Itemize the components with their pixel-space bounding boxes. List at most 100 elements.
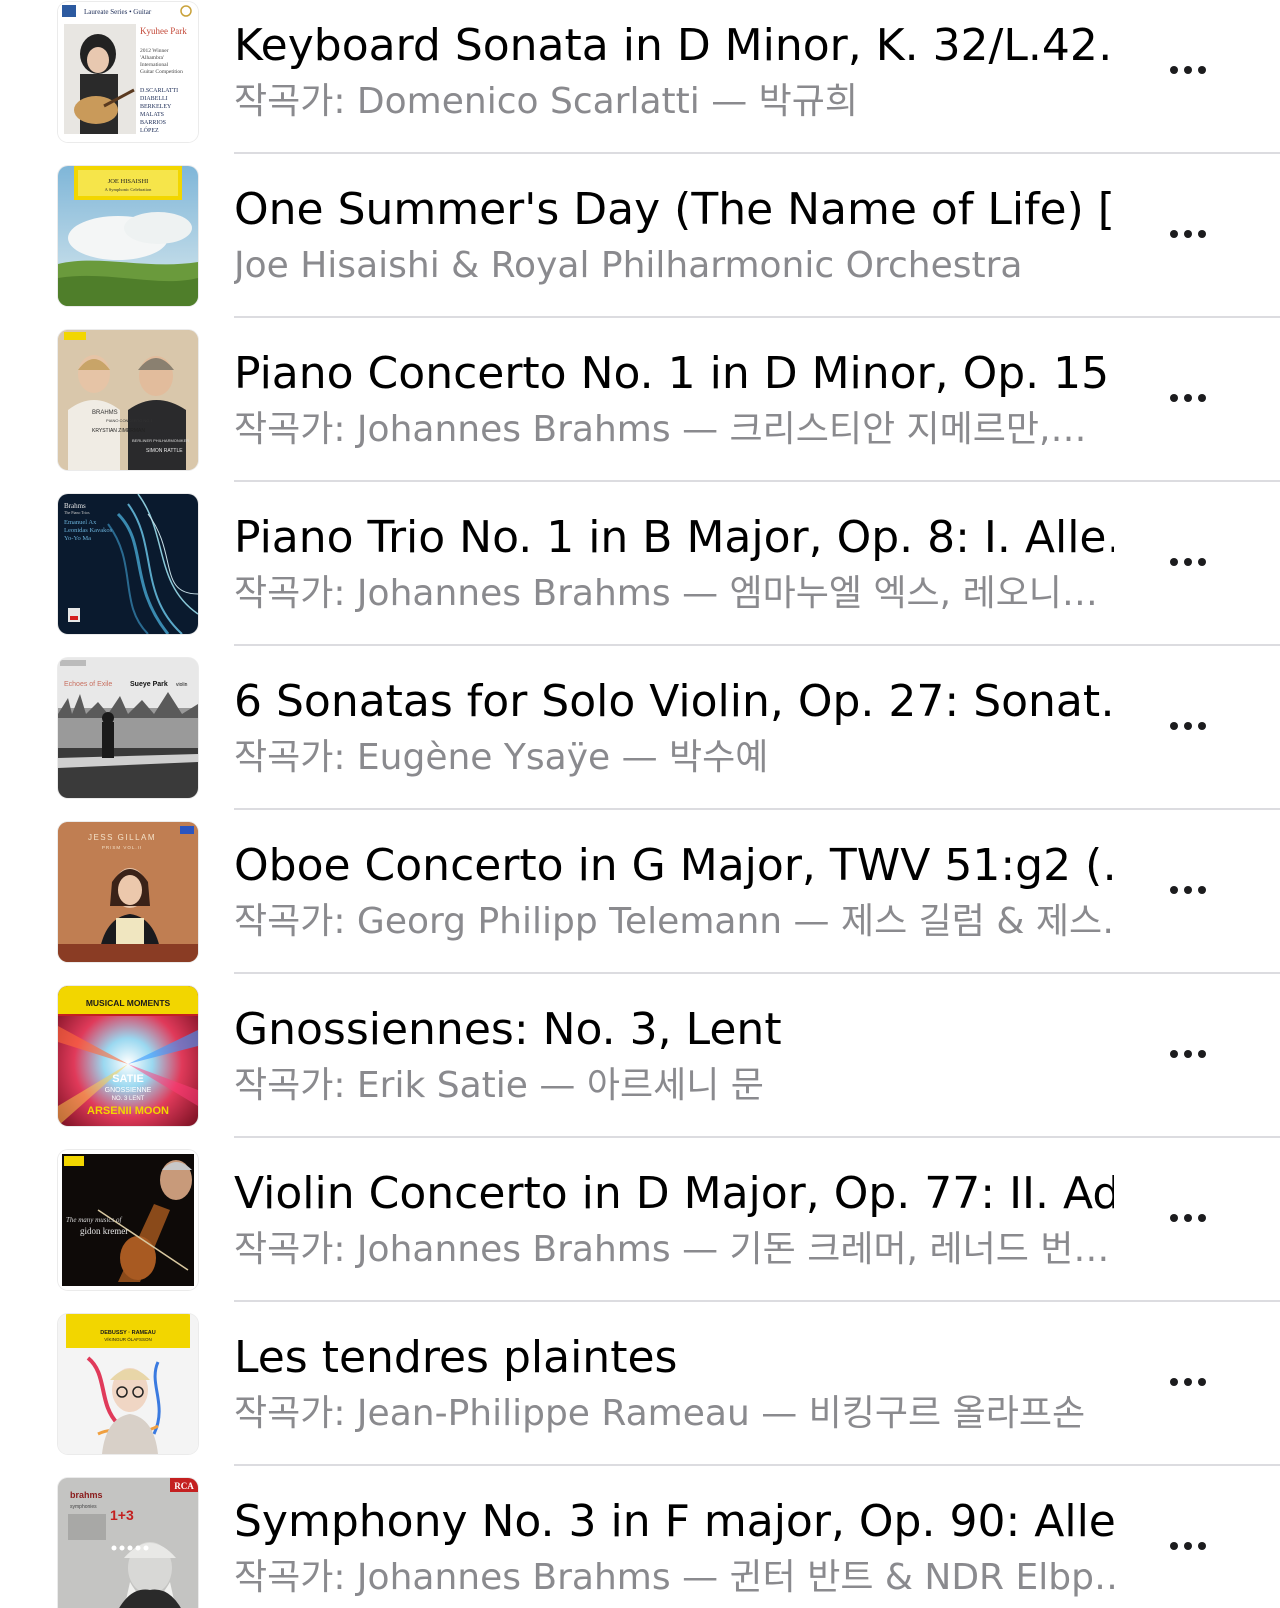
song-subtitle: 작곡가: Erik Satie — 아르세니 문 (234, 1065, 764, 1106)
song-row[interactable]: RCA brahms symphonies 1+3 Symphony No. 3… (0, 1476, 1280, 1608)
row-separator (234, 480, 1280, 482)
svg-text:A Symphonic Celebration: A Symphonic Celebration (105, 187, 152, 192)
svg-text:BERKELEY: BERKELEY (140, 104, 172, 110)
svg-text:Emanuel Ax: Emanuel Ax (64, 519, 97, 526)
song-title: 6 Sonatas for Solo Violin, Op. 27: Sonat… (234, 676, 1114, 727)
song-subtitle: 작곡가: Eugène Ysaÿe — 박수예 (234, 737, 769, 778)
svg-text:KRYSTIAN ZIMERMAN: KRYSTIAN ZIMERMAN (92, 428, 145, 434)
svg-text:Guitar Competition: Guitar Competition (140, 69, 183, 75)
svg-text:Echoes of Exile: Echoes of Exile (64, 681, 112, 688)
song-subtitle: 작곡가: Johannes Brahms — 기돈 크레머, 레너드 번… (234, 1229, 1110, 1270)
song-row[interactable]: Echoes of Exile Sueye Park violin 6 Sona… (0, 656, 1280, 820)
ellipsis-icon (1170, 230, 1178, 238)
svg-text:violin: violin (176, 682, 188, 688)
album-art-joe-hisaishi: JOE HISAISHI A Symphonic Celebration (58, 166, 198, 306)
song-row[interactable]: DEBUSSY · RAMEAU VÍKINGUR ÓLAFSSON Les t… (0, 1312, 1280, 1476)
svg-text:Brahms: Brahms (64, 502, 86, 510)
svg-text:SIMON RATTLE: SIMON RATTLE (146, 448, 183, 454)
ellipsis-icon (1170, 1214, 1178, 1222)
row-separator (234, 1300, 1280, 1302)
row-separator (234, 1136, 1280, 1138)
more-options-button[interactable] (1160, 1204, 1216, 1232)
ellipsis-icon (1170, 1050, 1178, 1058)
song-subtitle: 작곡가: Johannes Brahms — 귄터 반트 & NDR Elbp… (234, 1557, 1114, 1598)
song-row[interactable]: JOE HISAISHI A Symphonic Celebration One… (0, 164, 1280, 328)
song-row[interactable]: MUSICAL MOMENTS SATIE GNOSSIENNE NO. 3 L… (0, 984, 1280, 1148)
song-subtitle: 작곡가: Johannes Brahms — 엠마누엘 엑스, 레오니… (234, 573, 1098, 614)
svg-text:JESS GILLAM: JESS GILLAM (88, 833, 156, 842)
more-options-button[interactable] (1160, 384, 1216, 412)
album-art-kyuhee-park: Laureate Series • Guitar Kyuhee Park 201… (58, 2, 198, 142)
more-options-button[interactable] (1160, 1040, 1216, 1068)
svg-text:PIANO CONCERTO NO.1: PIANO CONCERTO NO.1 (106, 418, 154, 423)
svg-text:2012 Winner: 2012 Winner (140, 48, 169, 54)
more-options-button[interactable] (1160, 1368, 1216, 1396)
song-title: Symphony No. 3 in F major, Op. 90: Alle… (234, 1496, 1114, 1547)
svg-text:Sueye Park: Sueye Park (130, 681, 168, 688)
svg-text:gidon kremer: gidon kremer (80, 1226, 128, 1236)
svg-text:Leonidas Kavakos: Leonidas Kavakos (64, 527, 113, 534)
album-art-brahms-zimerman: BRAHMS PIANO CONCERTO NO.1 KRYSTIAN ZIME… (58, 330, 198, 470)
svg-text:The Piano Trios: The Piano Trios (64, 510, 90, 515)
song-row[interactable]: The many musics of gidon kremer Violin C… (0, 1148, 1280, 1312)
more-options-button[interactable] (1160, 876, 1216, 904)
svg-text:Laureate Series • Guitar: Laureate Series • Guitar (84, 8, 152, 16)
svg-text:ARSENII MOON: ARSENII MOON (87, 1105, 169, 1117)
song-title: Piano Concerto No. 1 in D Minor, Op. 15… (234, 348, 1114, 399)
svg-text:VÍKINGUR ÓLAFSSON: VÍKINGUR ÓLAFSSON (104, 1336, 152, 1342)
ellipsis-icon (1170, 1542, 1178, 1550)
song-title: Oboe Concerto in G Major, TWV 51:g2 (… (234, 840, 1114, 891)
svg-text:LÓPEZ: LÓPEZ (140, 126, 159, 134)
svg-text:GNOSSIENNE: GNOSSIENNE (105, 1087, 152, 1094)
svg-text:symphonies: symphonies (70, 1504, 97, 1510)
album-art-gidon-kremer: The many musics of gidon kremer (58, 1150, 198, 1290)
more-options-button[interactable] (1160, 712, 1216, 740)
svg-text:DIABELLI: DIABELLI (140, 96, 168, 102)
svg-text:BRAHMS: BRAHMS (92, 410, 118, 416)
song-row[interactable]: BRAHMS PIANO CONCERTO NO.1 KRYSTIAN ZIME… (0, 328, 1280, 492)
song-row[interactable]: Laureate Series • Guitar Kyuhee Park 201… (0, 0, 1280, 164)
song-subtitle: 작곡가: Domenico Scarlatti — 박규희 (234, 81, 859, 122)
ellipsis-icon (1170, 558, 1178, 566)
svg-text:1+3: 1+3 (110, 1507, 134, 1523)
row-separator (234, 152, 1280, 154)
svg-text:SATIE: SATIE (112, 1073, 144, 1085)
album-art-brahms-symphonies: RCA brahms symphonies 1+3 (58, 1478, 198, 1608)
ellipsis-icon (1170, 394, 1178, 402)
svg-text:BARRIOS: BARRIOS (140, 120, 166, 126)
row-separator (234, 644, 1280, 646)
more-options-button[interactable] (1160, 56, 1216, 84)
svg-text:MALATS: MALATS (140, 112, 164, 118)
song-row[interactable]: Brahms The Piano Trios Emanuel Ax Leonid… (0, 492, 1280, 656)
svg-text:'Alhambra': 'Alhambra' (140, 55, 164, 61)
row-separator (234, 316, 1280, 318)
svg-text:D.SCARLATTI: D.SCARLATTI (140, 88, 178, 94)
svg-text:The many musics of: The many musics of (66, 1216, 122, 1224)
row-separator (234, 1464, 1280, 1466)
svg-text:MUSICAL MOMENTS: MUSICAL MOMENTS (86, 998, 171, 1008)
song-subtitle: 작곡가: Johannes Brahms — 크리스티안 지메르만,… (234, 409, 1087, 450)
more-options-button[interactable] (1160, 220, 1216, 248)
song-subtitle: 작곡가: Georg Philipp Telemann — 제스 길럼 & 제스… (234, 901, 1114, 942)
more-options-button[interactable] (1160, 548, 1216, 576)
svg-text:NO. 3 LENT: NO. 3 LENT (112, 1096, 145, 1102)
song-row[interactable]: JESS GILLAM PRISM VOL.II Oboe Concerto i… (0, 820, 1280, 984)
album-art-jess-gillam-prism: JESS GILLAM PRISM VOL.II (58, 822, 198, 962)
ellipsis-icon (1170, 1378, 1178, 1386)
svg-text:JOE HISAISHI: JOE HISAISHI (108, 178, 149, 185)
song-title: One Summer's Day (The Name of Life) [… (234, 184, 1114, 235)
svg-text:RCA: RCA (174, 1481, 194, 1491)
svg-text:brahms: brahms (70, 1490, 103, 1500)
ellipsis-icon (1170, 722, 1178, 730)
song-title: Piano Trio No. 1 in B Major, Op. 8: I. A… (234, 512, 1114, 563)
ellipsis-icon (1170, 886, 1178, 894)
song-title: Gnossiennes: No. 3, Lent (234, 1004, 782, 1055)
more-options-button[interactable] (1160, 1532, 1216, 1560)
svg-text:Yo-Yo Ma: Yo-Yo Ma (64, 535, 91, 542)
ellipsis-icon (1170, 66, 1178, 74)
album-art-echoes-of-exile: Echoes of Exile Sueye Park violin (58, 658, 198, 798)
svg-text:BERLINER PHILHARMONIKER: BERLINER PHILHARMONIKER (132, 438, 189, 443)
song-title: Keyboard Sonata in D Minor, K. 32/L.42… (234, 20, 1114, 71)
row-separator (234, 972, 1280, 974)
song-list: Laureate Series • Guitar Kyuhee Park 201… (0, 0, 1280, 1608)
